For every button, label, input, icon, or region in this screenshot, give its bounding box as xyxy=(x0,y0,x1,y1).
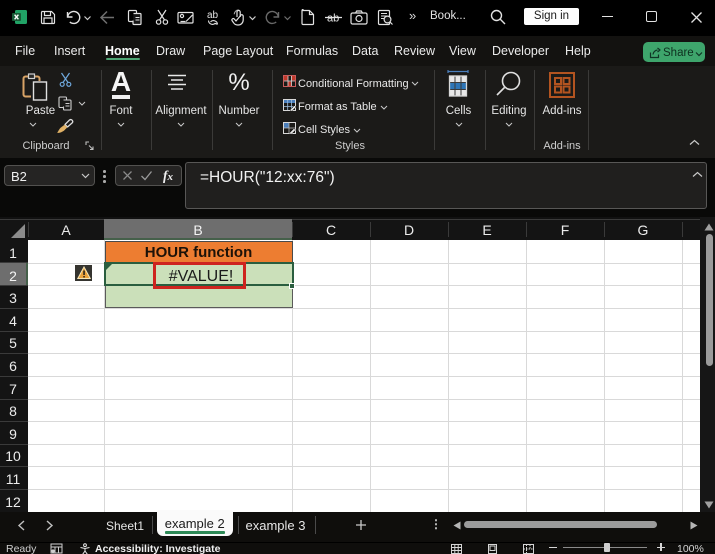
svg-text:ab: ab xyxy=(207,10,219,21)
svg-text:ab: ab xyxy=(327,13,339,25)
